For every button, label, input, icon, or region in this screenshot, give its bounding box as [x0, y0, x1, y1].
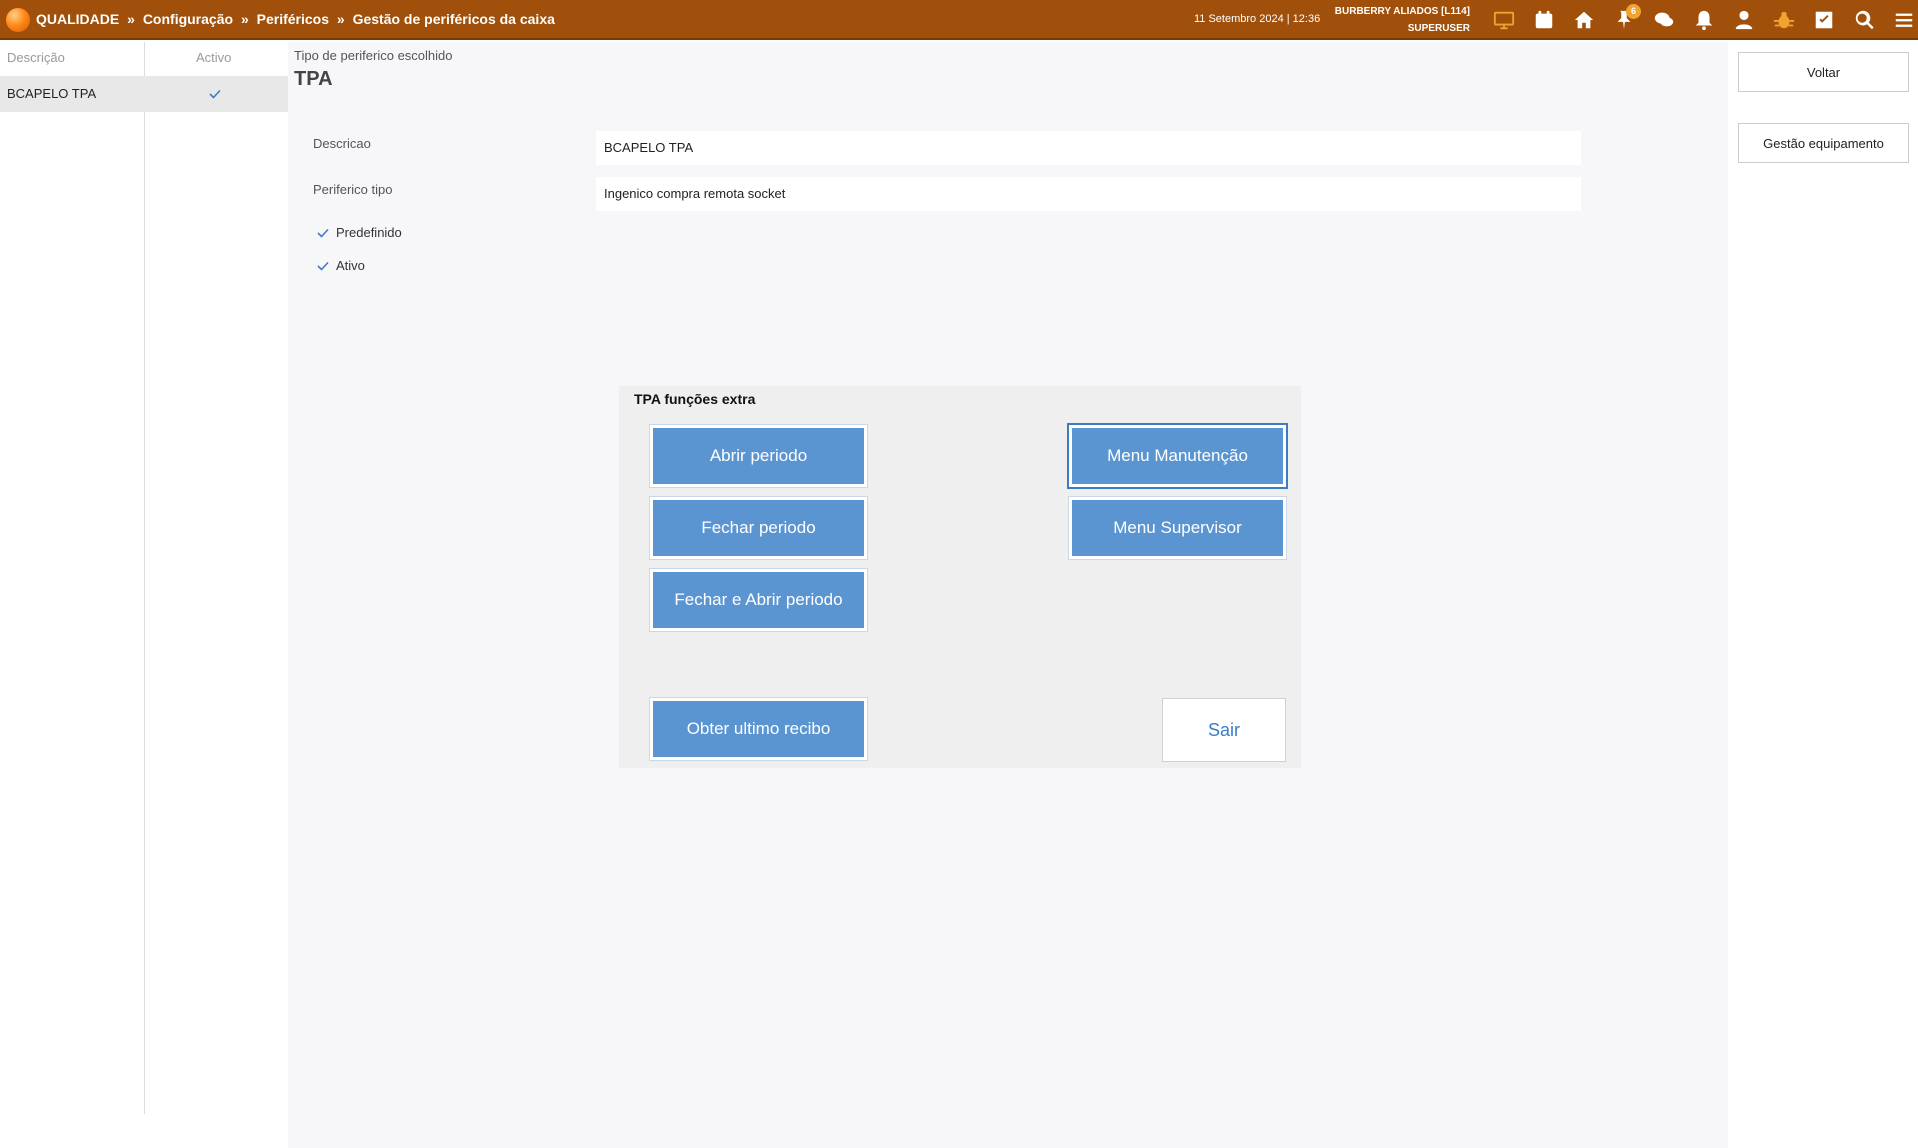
user-info: BURBERRY ALIADOS [L114] SUPERUSER [1310, 3, 1470, 37]
open-period-button[interactable]: Abrir periodo [649, 424, 868, 488]
app-logo[interactable] [6, 8, 30, 32]
search-icon[interactable] [1844, 6, 1884, 34]
supervisor-menu-button[interactable]: Menu Supervisor [1068, 496, 1287, 560]
breadcrumb-item-perifericos[interactable]: Periféricos [257, 11, 329, 27]
check-icon [317, 228, 329, 238]
right-actions: Voltar Gestão equipamento [1728, 42, 1918, 1148]
breadcrumb-item-configuracao[interactable]: Configuração [143, 11, 233, 27]
check-icon [209, 89, 221, 99]
active-checkbox-label: Ativo [336, 258, 365, 273]
menu-icon[interactable] [1884, 6, 1918, 34]
bug-icon[interactable] [1764, 6, 1804, 34]
datetime: 11 Setembro 2024 | 12:36 [1194, 13, 1321, 25]
chat-icon[interactable] [1644, 6, 1684, 34]
peripheral-type-field[interactable]: Ingenico compra remota socket [596, 177, 1581, 211]
top-bar: QUALIDADE » Configuração » Periféricos »… [0, 0, 1918, 40]
back-button[interactable]: Voltar [1738, 52, 1909, 92]
breadcrumb-item-current: Gestão de periféricos da caixa [352, 11, 555, 27]
user-name: SUPERUSER [1407, 23, 1470, 34]
breadcrumb: QUALIDADE » Configuração » Periféricos »… [36, 11, 555, 27]
close-open-period-button[interactable]: Fechar e Abrir periodo [649, 568, 868, 632]
last-receipt-button[interactable]: Obter ultimo recibo [649, 697, 868, 761]
tpa-extra-functions-dialog: TPA funções extra Abrir periodo Fechar pe… [619, 386, 1301, 768]
dialog-title: TPA funções extra [634, 391, 756, 407]
home-icon[interactable] [1564, 6, 1604, 34]
main-panel: Tipo de periferico escolhido TPA Descric… [288, 42, 1728, 1148]
peripheral-type-field-label: Periferico tipo [313, 182, 393, 197]
peripheral-type-label: Tipo de periferico escolhido [294, 48, 453, 63]
checkbox-icon[interactable] [1804, 6, 1844, 34]
default-checkbox-label: Predefinido [336, 225, 402, 240]
description-field[interactable]: BCAPELO TPA [596, 131, 1581, 165]
exit-button[interactable]: Sair [1162, 698, 1286, 762]
column-divider [144, 42, 145, 1114]
list-item[interactable]: BCAPELO TPA [0, 76, 288, 112]
bell-icon[interactable] [1684, 6, 1724, 34]
peripheral-list: Descrição Activo BCAPELO TPA [0, 42, 288, 1114]
close-period-button[interactable]: Fechar periodo [649, 496, 868, 560]
notification-badge: 6 [1626, 4, 1641, 19]
description-label: Descricao [313, 136, 371, 151]
monitor-icon[interactable] [1484, 6, 1524, 34]
column-header-active[interactable]: Activo [196, 42, 231, 74]
column-header-description[interactable]: Descrição [7, 42, 65, 74]
store-name: BURBERRY ALIADOS [L114] [1334, 6, 1470, 17]
calendar-icon[interactable] [1524, 6, 1564, 34]
list-item-name: BCAPELO TPA [7, 86, 97, 101]
pin-icon[interactable]: 6 [1604, 4, 1644, 34]
user-icon[interactable] [1724, 6, 1764, 34]
check-icon [317, 261, 329, 271]
peripheral-type-value: TPA [294, 68, 333, 90]
equipment-management-button[interactable]: Gestão equipamento [1738, 123, 1909, 163]
default-checkbox[interactable]: Predefinido [316, 225, 402, 240]
maintenance-menu-button[interactable]: Menu Manutenção [1067, 423, 1288, 489]
toolbar-icons: 6 [1484, 4, 1918, 34]
active-checkbox[interactable]: Ativo [316, 258, 365, 273]
breadcrumb-item-qualidade[interactable]: QUALIDADE [36, 11, 119, 27]
